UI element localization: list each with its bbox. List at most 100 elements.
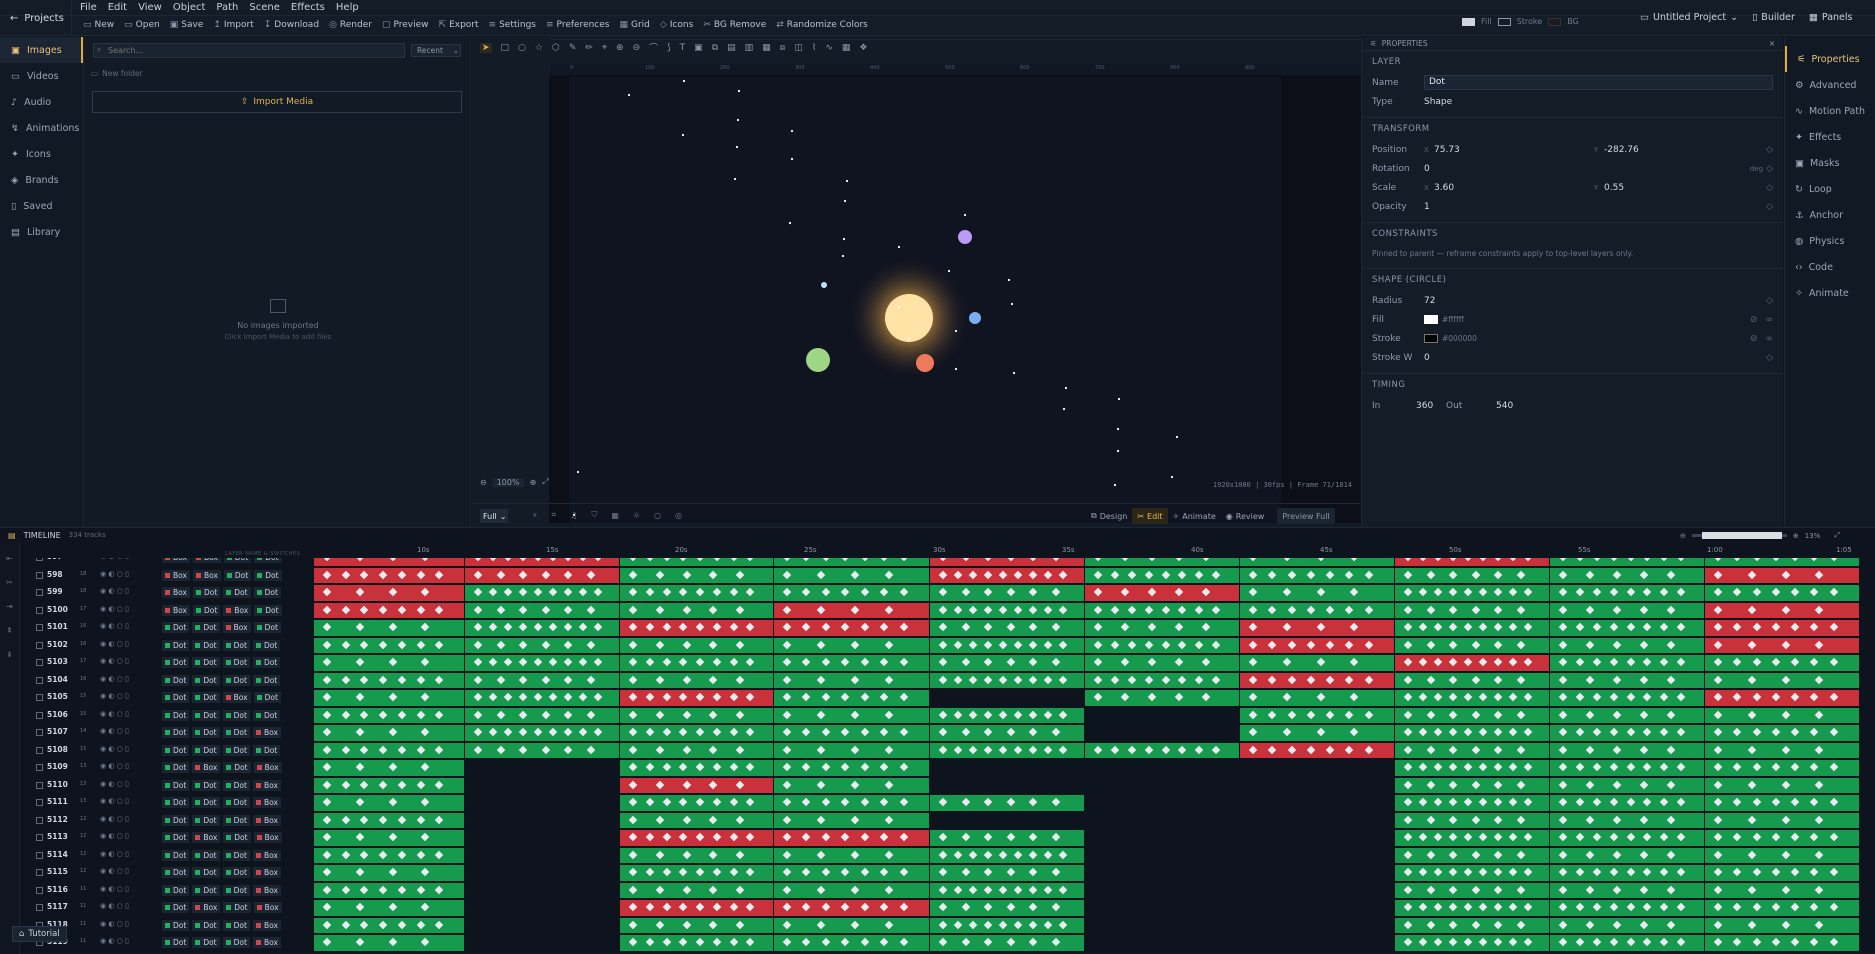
clip[interactable] bbox=[1550, 760, 1704, 776]
clip[interactable] bbox=[1240, 655, 1394, 671]
keyframe[interactable] bbox=[1508, 692, 1518, 702]
keyframe[interactable] bbox=[1178, 640, 1187, 649]
keyframe[interactable] bbox=[1345, 570, 1354, 579]
keyframe[interactable] bbox=[983, 902, 993, 912]
track-row[interactable]: 5106 15 ◉ ◐ ○ ▯ Dot Dot Dot Dot bbox=[0, 707, 1875, 725]
keyframe[interactable] bbox=[1043, 745, 1053, 754]
keyframe[interactable] bbox=[1612, 920, 1622, 929]
keyframe[interactable] bbox=[1013, 920, 1023, 929]
keyframe[interactable] bbox=[1161, 745, 1170, 754]
keyframe[interactable] bbox=[1043, 920, 1053, 929]
keyframe[interactable] bbox=[1418, 902, 1428, 912]
keyframe[interactable] bbox=[1523, 622, 1533, 632]
eyedropper-icon[interactable]: ⊘ bbox=[1750, 334, 1758, 344]
keyframe[interactable] bbox=[1144, 745, 1153, 754]
track-tag[interactable]: Box bbox=[252, 797, 281, 808]
keyframe[interactable] bbox=[397, 885, 407, 894]
clip[interactable] bbox=[1395, 900, 1549, 916]
keyframe[interactable] bbox=[1639, 605, 1649, 614]
clip[interactable] bbox=[1395, 602, 1549, 618]
keyframe[interactable] bbox=[1626, 762, 1635, 772]
keyframe[interactable] bbox=[679, 558, 688, 562]
keyframe[interactable] bbox=[802, 797, 811, 807]
keyframe[interactable] bbox=[1127, 605, 1136, 614]
keyframe[interactable] bbox=[563, 640, 573, 649]
track-switches[interactable]: ◉ ◐ ○ ▯ bbox=[100, 780, 129, 788]
keyframe[interactable] bbox=[1418, 762, 1428, 772]
keyframe[interactable] bbox=[488, 657, 498, 667]
clip[interactable] bbox=[1085, 558, 1239, 566]
keyframe[interactable] bbox=[518, 570, 528, 579]
clip[interactable] bbox=[314, 567, 464, 583]
keyframe[interactable] bbox=[682, 920, 691, 929]
keyframe[interactable] bbox=[1493, 780, 1503, 789]
keyframe[interactable] bbox=[541, 675, 550, 684]
keyframe[interactable] bbox=[1747, 710, 1756, 719]
keyframe[interactable] bbox=[1248, 710, 1258, 719]
track-switches[interactable]: ◉ ◐ ○ ▯ bbox=[100, 937, 129, 945]
keyframe[interactable] bbox=[1201, 558, 1211, 562]
clip[interactable] bbox=[1395, 567, 1549, 583]
settings-button[interactable]: ≡ Settings bbox=[489, 20, 536, 30]
keyframe[interactable] bbox=[1810, 762, 1819, 772]
keyframe[interactable] bbox=[1523, 558, 1533, 562]
polygon-tool-icon[interactable]: ⬡ bbox=[552, 43, 560, 53]
keyframe[interactable] bbox=[388, 622, 397, 632]
clip[interactable] bbox=[930, 830, 1084, 846]
keyframe[interactable] bbox=[1666, 640, 1676, 649]
projects-back-button[interactable]: ← Projects bbox=[0, 0, 72, 36]
keyframe[interactable] bbox=[360, 850, 369, 859]
clip[interactable] bbox=[620, 760, 773, 776]
keyframe[interactable] bbox=[1051, 937, 1060, 947]
tutorial-button[interactable]: ⌂ Tutorial bbox=[12, 926, 67, 942]
keyframe[interactable] bbox=[1093, 640, 1103, 649]
keyframe[interactable] bbox=[998, 745, 1008, 754]
keyframe[interactable] bbox=[1350, 622, 1359, 632]
nav-animations[interactable]: ↯ Animations bbox=[0, 115, 83, 141]
keyframe[interactable] bbox=[735, 745, 745, 754]
keyframe[interactable] bbox=[1043, 850, 1053, 859]
keyframe[interactable] bbox=[578, 587, 588, 597]
keyframe[interactable] bbox=[1463, 867, 1473, 877]
keyframe[interactable] bbox=[712, 902, 721, 912]
keyframe[interactable] bbox=[983, 832, 993, 842]
keyframe[interactable] bbox=[1612, 780, 1622, 789]
keyframe[interactable] bbox=[1248, 558, 1258, 562]
keyframe[interactable] bbox=[1493, 692, 1503, 702]
keyframe[interactable] bbox=[1752, 797, 1761, 807]
keyframe[interactable] bbox=[938, 867, 948, 877]
clip[interactable] bbox=[774, 620, 929, 636]
track-tag[interactable]: Dot bbox=[162, 639, 190, 651]
node-tool-icon[interactable]: ⌖ bbox=[602, 43, 607, 53]
keyframe[interactable] bbox=[860, 937, 869, 947]
keyframe[interactable] bbox=[488, 558, 498, 562]
clip[interactable] bbox=[1240, 690, 1394, 706]
keyframe[interactable] bbox=[679, 762, 688, 772]
keyframe[interactable] bbox=[746, 558, 755, 562]
keyframe[interactable] bbox=[1248, 640, 1258, 649]
keyframe[interactable] bbox=[1516, 745, 1525, 754]
keyframe[interactable] bbox=[1747, 570, 1756, 579]
keyframe[interactable] bbox=[1575, 902, 1585, 912]
clip[interactable] bbox=[1705, 812, 1859, 828]
open-button[interactable]: ▭ Open bbox=[124, 20, 160, 30]
keyframe[interactable] bbox=[1558, 780, 1568, 789]
clip[interactable] bbox=[930, 655, 1084, 671]
keyframe[interactable] bbox=[1592, 622, 1601, 632]
keyframe[interactable] bbox=[360, 675, 369, 684]
keyframe[interactable] bbox=[1771, 867, 1781, 877]
keyframe[interactable] bbox=[802, 832, 811, 842]
keyframe[interactable] bbox=[1713, 640, 1723, 649]
keyframe[interactable] bbox=[1592, 692, 1601, 702]
keyframe[interactable] bbox=[397, 640, 407, 649]
keyframe[interactable] bbox=[1585, 710, 1595, 719]
keyframe[interactable] bbox=[488, 692, 498, 702]
builder-button[interactable]: ▯ Builder bbox=[1752, 12, 1795, 23]
keyframe[interactable] bbox=[1493, 570, 1503, 579]
keyframe[interactable] bbox=[821, 622, 831, 632]
zoom-slider-thumb[interactable] bbox=[1701, 532, 1782, 539]
keyframe[interactable] bbox=[1733, 797, 1742, 807]
keyframe[interactable] bbox=[563, 692, 573, 702]
component-icon[interactable]: ❖ bbox=[859, 43, 867, 53]
keyframe[interactable] bbox=[322, 797, 332, 807]
